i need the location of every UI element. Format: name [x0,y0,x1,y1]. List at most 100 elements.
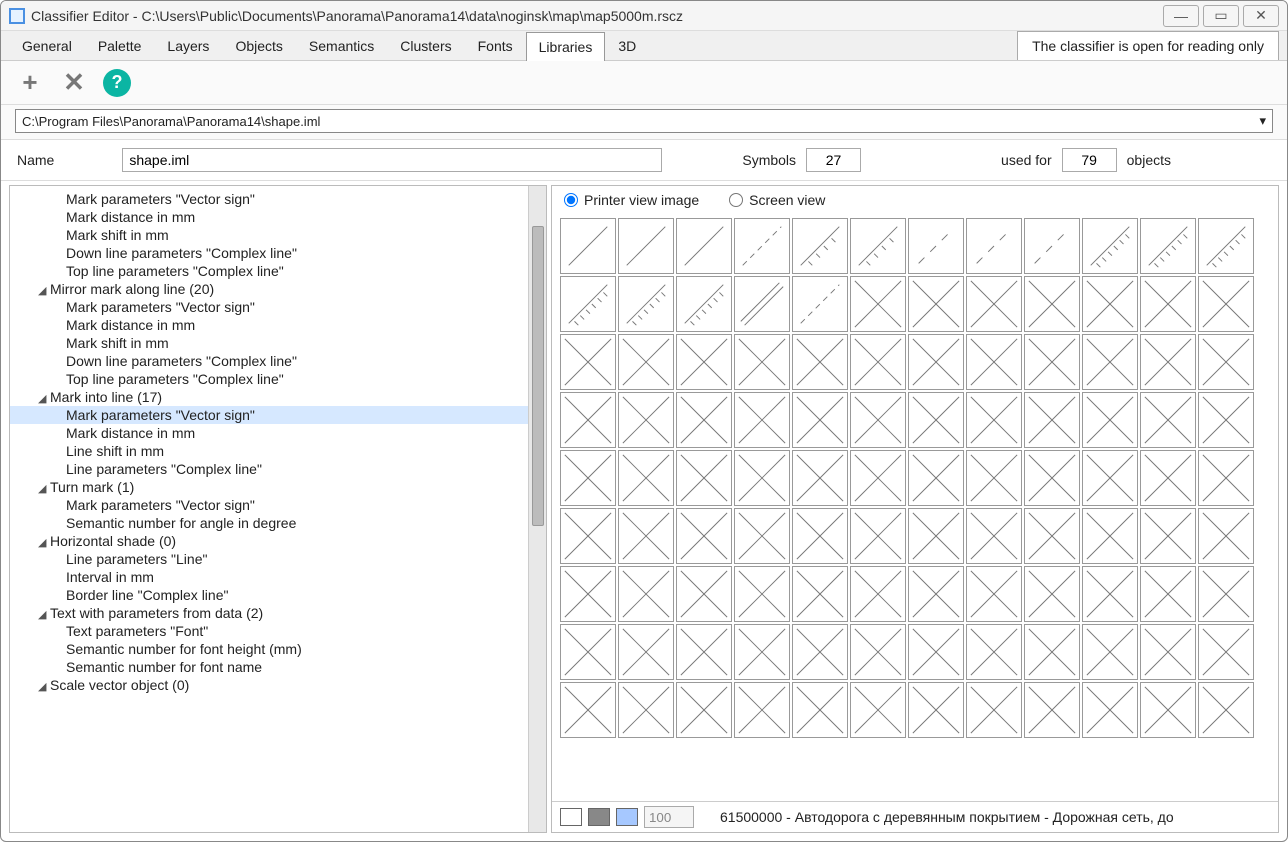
symbol-cell[interactable] [676,392,732,448]
symbol-cell[interactable] [618,682,674,738]
symbol-cell[interactable] [908,392,964,448]
add-button[interactable]: + [15,68,45,98]
tree-item[interactable]: Mark parameters "Vector sign" [10,190,528,208]
tree-item[interactable]: Mark shift in mm [10,334,528,352]
symbol-cell[interactable] [1024,508,1080,564]
symbol-cell[interactable] [792,450,848,506]
tree-scrollbar[interactable] [528,186,546,832]
symbol-cell[interactable] [1140,624,1196,680]
symbol-cell[interactable] [1198,624,1254,680]
symbol-cell[interactable] [1024,276,1080,332]
symbol-cell[interactable] [792,334,848,390]
symbol-cell[interactable] [676,508,732,564]
symbol-cell[interactable] [560,276,616,332]
expander-icon[interactable]: ◢ [38,608,48,621]
tab-objects[interactable]: Objects [222,31,295,60]
tree-item[interactable]: Mark parameters "Vector sign" [10,298,528,316]
symbol-cell[interactable] [850,392,906,448]
symbol-cell[interactable] [676,276,732,332]
close-button[interactable]: ✕ [1243,5,1279,27]
tree-item[interactable]: Text parameters "Font" [10,622,528,640]
tree-item[interactable]: Mark parameters "Vector sign" [10,406,528,424]
symbol-cell[interactable] [1140,682,1196,738]
symbol-cell[interactable] [618,334,674,390]
symbol-cell[interactable] [676,624,732,680]
expander-icon[interactable]: ◢ [38,680,48,693]
tree-item[interactable]: Semantic number for font height (mm) [10,640,528,658]
screen-view-radio[interactable]: Screen view [729,192,825,208]
symbol-cell[interactable] [908,508,964,564]
usedfor-input[interactable] [1062,148,1117,172]
symbol-cell[interactable] [908,450,964,506]
symbol-cell[interactable] [1140,218,1196,274]
symbol-cell[interactable] [618,450,674,506]
tree-group[interactable]: ◢Horizontal shade (0) [10,532,528,550]
symbol-cell[interactable] [1024,392,1080,448]
tree-item[interactable]: Mark distance in mm [10,424,528,442]
expander-icon[interactable]: ◢ [38,482,48,495]
tree-item[interactable]: Semantic number for font name [10,658,528,676]
expander-icon[interactable]: ◢ [38,284,48,297]
symbol-cell[interactable] [618,276,674,332]
symbol-cell[interactable] [1198,334,1254,390]
symbol-cell[interactable] [850,218,906,274]
symbol-cell[interactable] [1082,508,1138,564]
symbol-cell[interactable] [1140,566,1196,622]
symbol-cell[interactable] [1198,508,1254,564]
symbol-cell[interactable] [1024,682,1080,738]
scale-input[interactable] [644,806,694,828]
tree-item[interactable]: Mark parameters "Vector sign" [10,496,528,514]
symbol-cell[interactable] [850,276,906,332]
symbol-cell[interactable] [1198,450,1254,506]
expander-icon[interactable]: ◢ [38,392,48,405]
tree-item[interactable]: Mark distance in mm [10,208,528,226]
symbol-cell[interactable] [1198,218,1254,274]
tree-group[interactable]: ◢Mirror mark along line (20) [10,280,528,298]
help-button[interactable]: ? [103,69,131,97]
tree-item[interactable]: Mark shift in mm [10,226,528,244]
symbol-cell[interactable] [560,682,616,738]
symbol-cell[interactable] [734,276,790,332]
tree-item[interactable]: Line parameters "Line" [10,550,528,568]
symbol-cell[interactable] [734,508,790,564]
tree-item[interactable]: Mark distance in mm [10,316,528,334]
symbol-cell[interactable] [966,218,1022,274]
minimize-button[interactable]: — [1163,5,1199,27]
symbol-cell[interactable] [850,624,906,680]
tree-group[interactable]: ◢Scale vector object (0) [10,676,528,694]
symbol-cell[interactable] [966,566,1022,622]
symbol-cell[interactable] [560,392,616,448]
tree-item[interactable]: Border line "Complex line" [10,586,528,604]
tree-item[interactable]: Top line parameters "Complex line" [10,370,528,388]
tab-palette[interactable]: Palette [85,31,155,60]
tree-group[interactable]: ◢Text with parameters from data (2) [10,604,528,622]
symbol-cell[interactable] [734,450,790,506]
symbol-cell[interactable] [850,450,906,506]
symbol-cell[interactable] [1140,334,1196,390]
symbol-cell[interactable] [850,682,906,738]
symbol-cell[interactable] [1140,508,1196,564]
symbol-cell[interactable] [908,218,964,274]
symbol-cell[interactable] [908,566,964,622]
tree-item[interactable]: Top line parameters "Complex line" [10,262,528,280]
symbol-cell[interactable] [1198,566,1254,622]
symbol-cell[interactable] [1024,218,1080,274]
symbol-cell[interactable] [1082,566,1138,622]
symbol-cell[interactable] [966,450,1022,506]
symbol-cell[interactable] [1024,450,1080,506]
symbol-cell[interactable] [676,682,732,738]
symbol-cell[interactable] [734,682,790,738]
tab-clusters[interactable]: Clusters [387,31,464,60]
tab-layers[interactable]: Layers [154,31,222,60]
symbol-cell[interactable] [560,566,616,622]
symbol-cell[interactable] [792,682,848,738]
symbol-cell[interactable] [618,218,674,274]
library-path-combo[interactable]: C:\Program Files\Panorama\Panorama14\sha… [15,109,1273,133]
symbol-cell[interactable] [1082,218,1138,274]
symbol-cell[interactable] [560,450,616,506]
symbol-cell[interactable] [618,508,674,564]
symbol-cell[interactable] [792,508,848,564]
symbol-cell[interactable] [1140,450,1196,506]
symbol-cell[interactable] [908,276,964,332]
symbol-cell[interactable] [560,624,616,680]
